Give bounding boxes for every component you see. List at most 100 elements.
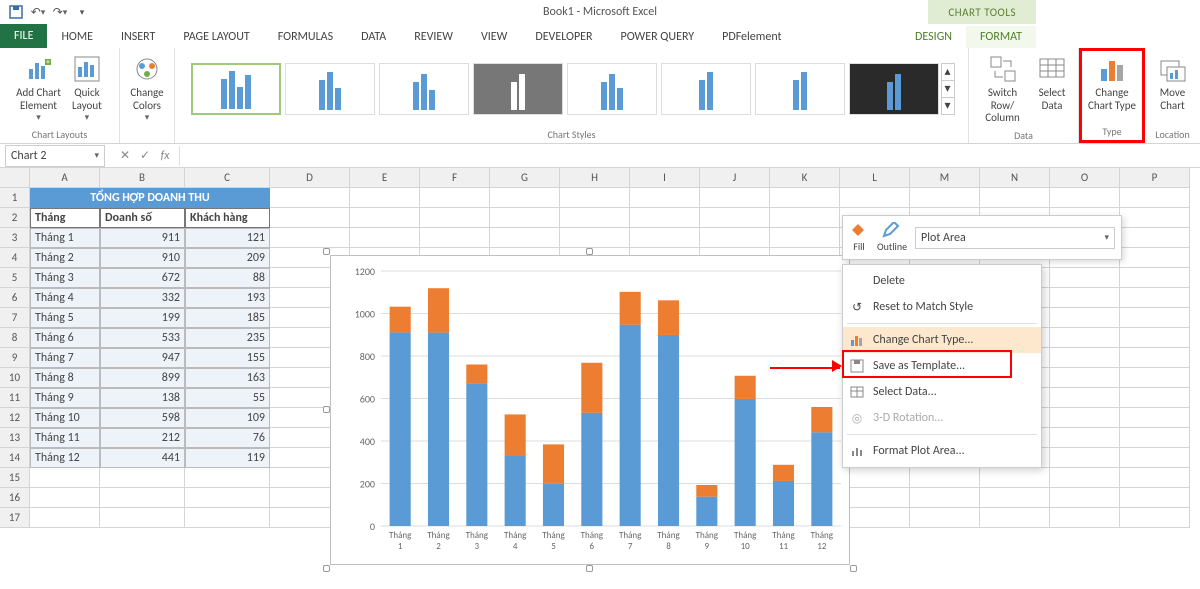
- resize-handle[interactable]: [323, 406, 330, 413]
- cell[interactable]: [700, 208, 770, 228]
- cell[interactable]: 55: [185, 388, 270, 408]
- resize-handle[interactable]: [323, 565, 330, 572]
- tab-file[interactable]: FILE: [0, 24, 47, 48]
- cell[interactable]: [770, 228, 840, 248]
- cell[interactable]: [1120, 428, 1190, 448]
- cell[interactable]: [1050, 288, 1120, 308]
- undo-icon[interactable]: ↶▾: [28, 2, 48, 22]
- tab-power-query[interactable]: POWER QUERY: [607, 26, 709, 48]
- switch-row-column-button[interactable]: Switch Row/ Column: [974, 51, 1031, 127]
- cell[interactable]: [30, 468, 100, 488]
- menu-item-delete[interactable]: Delete: [843, 268, 1041, 294]
- column-header[interactable]: H: [560, 168, 630, 188]
- cell[interactable]: 910: [100, 248, 185, 268]
- cell[interactable]: [1120, 488, 1190, 508]
- menu-item-change-chart-type[interactable]: Change Chart Type...: [843, 327, 1041, 353]
- cell[interactable]: 598: [100, 408, 185, 428]
- resize-handle[interactable]: [586, 248, 593, 255]
- column-header[interactable]: A: [30, 168, 100, 188]
- row-header[interactable]: 7: [0, 308, 30, 328]
- tab-data[interactable]: DATA: [347, 26, 400, 48]
- table-title[interactable]: TỔNG HỢP DOANH THU: [30, 188, 270, 208]
- cell[interactable]: [100, 468, 185, 488]
- cell[interactable]: 911: [100, 228, 185, 248]
- embedded-chart[interactable]: 020040060080010001200Tháng1Tháng2Tháng3T…: [330, 255, 850, 565]
- cell[interactable]: Tháng 8: [30, 368, 100, 388]
- chart-style-2[interactable]: [285, 63, 375, 115]
- tab-home[interactable]: HOME: [47, 26, 107, 48]
- chart-style-1[interactable]: [191, 63, 281, 115]
- cell[interactable]: 138: [100, 388, 185, 408]
- chart-style-4[interactable]: [473, 63, 563, 115]
- cell[interactable]: [980, 488, 1050, 508]
- change-colors-button[interactable]: Change Colors ▾: [125, 51, 168, 125]
- cell[interactable]: [910, 488, 980, 508]
- save-icon[interactable]: [6, 2, 26, 22]
- cell[interactable]: 121: [185, 228, 270, 248]
- styles-scroll-down[interactable]: ▾: [942, 80, 954, 97]
- enter-formula-icon[interactable]: ✓: [135, 148, 155, 163]
- cell[interactable]: [1050, 428, 1120, 448]
- cell[interactable]: [490, 208, 560, 228]
- row-header[interactable]: 12: [0, 408, 30, 428]
- cell[interactable]: 193: [185, 288, 270, 308]
- column-header[interactable]: F: [420, 168, 490, 188]
- row-header[interactable]: 11: [0, 388, 30, 408]
- chart-style-3[interactable]: [379, 63, 469, 115]
- cell[interactable]: [185, 488, 270, 508]
- cell[interactable]: 185: [185, 308, 270, 328]
- cell[interactable]: [100, 508, 185, 528]
- cell[interactable]: [420, 208, 490, 228]
- cell[interactable]: 533: [100, 328, 185, 348]
- cell[interactable]: Tháng: [30, 208, 100, 228]
- cell[interactable]: Tháng 4: [30, 288, 100, 308]
- cell[interactable]: [1050, 348, 1120, 368]
- move-chart-button[interactable]: Move Chart: [1152, 51, 1194, 114]
- column-header[interactable]: E: [350, 168, 420, 188]
- formula-input[interactable]: [179, 146, 1195, 166]
- column-header[interactable]: C: [185, 168, 270, 188]
- cell[interactable]: [490, 228, 560, 248]
- resize-handle[interactable]: [586, 565, 593, 572]
- cell[interactable]: 199: [100, 308, 185, 328]
- cell[interactable]: [30, 508, 100, 528]
- chart-style-7[interactable]: [755, 63, 845, 115]
- menu-item-select-data[interactable]: Select Data...: [843, 379, 1041, 405]
- tab-design[interactable]: DESIGN: [901, 26, 966, 48]
- chart-style-6[interactable]: [661, 63, 751, 115]
- column-header[interactable]: P: [1120, 168, 1190, 188]
- cell[interactable]: [1120, 328, 1190, 348]
- fx-icon[interactable]: fx: [155, 149, 175, 163]
- cell[interactable]: [1120, 468, 1190, 488]
- resize-handle[interactable]: [323, 248, 330, 255]
- row-header[interactable]: 15: [0, 468, 30, 488]
- cell[interactable]: Tháng 5: [30, 308, 100, 328]
- cell[interactable]: [1050, 268, 1120, 288]
- row-header[interactable]: 10: [0, 368, 30, 388]
- select-data-button[interactable]: Select Data: [1031, 51, 1073, 114]
- quick-layout-button[interactable]: Quick Layout ▾: [66, 51, 108, 125]
- row-header[interactable]: 13: [0, 428, 30, 448]
- cell[interactable]: 212: [100, 428, 185, 448]
- cell[interactable]: [100, 488, 185, 508]
- cell[interactable]: 947: [100, 348, 185, 368]
- change-chart-type-button[interactable]: Change Chart Type: [1083, 51, 1141, 114]
- column-header[interactable]: M: [910, 168, 980, 188]
- styles-scroll-up[interactable]: ▴: [942, 64, 954, 80]
- cell[interactable]: Tháng 9: [30, 388, 100, 408]
- cell[interactable]: [1120, 388, 1190, 408]
- cell[interactable]: [350, 208, 420, 228]
- cell[interactable]: [910, 508, 980, 528]
- row-header[interactable]: 2: [0, 208, 30, 228]
- menu-item-format-plot-area[interactable]: Format Plot Area...: [843, 438, 1041, 464]
- cell[interactable]: Tháng 11: [30, 428, 100, 448]
- row-header[interactable]: 14: [0, 448, 30, 468]
- row-header[interactable]: 16: [0, 488, 30, 508]
- tab-page-layout[interactable]: PAGE LAYOUT: [169, 26, 263, 48]
- cell[interactable]: [840, 188, 910, 208]
- chart-element-select[interactable]: Plot Area ▾: [915, 227, 1115, 249]
- row-header[interactable]: 4: [0, 248, 30, 268]
- select-all-corner[interactable]: [0, 168, 30, 188]
- cell[interactable]: [700, 188, 770, 208]
- cell[interactable]: [1120, 368, 1190, 388]
